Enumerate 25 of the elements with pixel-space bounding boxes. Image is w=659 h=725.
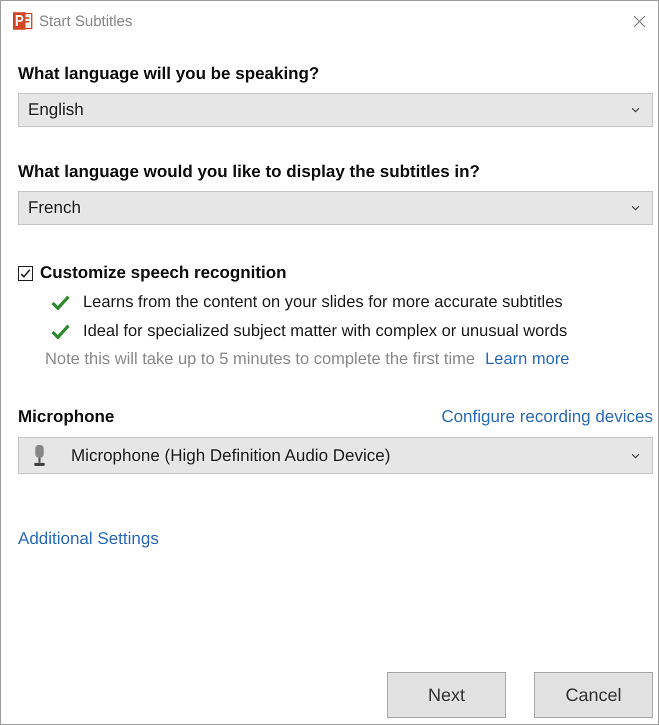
- chevron-down-icon: [631, 205, 640, 211]
- microphone-label: Microphone: [18, 407, 114, 427]
- additional-settings-link[interactable]: Additional Settings: [18, 529, 159, 549]
- checkmark-icon: [51, 295, 70, 310]
- close-icon[interactable]: [633, 14, 646, 28]
- chevron-down-icon: [631, 107, 640, 113]
- window-title: Start Subtitles: [39, 12, 132, 30]
- benefit-text: Ideal for specialized subject matter with complex or unusual words: [83, 322, 568, 341]
- learn-more-link[interactable]: Learn more: [485, 350, 570, 369]
- microphone-icon: [32, 444, 47, 467]
- chevron-down-icon: [631, 452, 640, 458]
- checkbox-label: Customize speech recognition: [40, 263, 287, 283]
- cancel-button[interactable]: Cancel: [534, 672, 653, 718]
- next-button[interactable]: Next: [387, 672, 506, 718]
- question-label: What language will you be speaking?: [18, 64, 320, 84]
- benefit-text: Learns from the content on your slides for more accurate subtitles: [83, 293, 563, 312]
- app-logo-icon: [13, 11, 33, 31]
- language-dropdown[interactable]: French: [18, 191, 653, 225]
- configure-link[interactable]: Configure recording devices: [441, 407, 653, 427]
- microphone-dropdown[interactable]: Microphone (High Definition Audio Device): [18, 437, 653, 474]
- checkmark-icon: [51, 324, 70, 339]
- note-text: Note this will take up to 5 minutes to complete the first time: [45, 350, 476, 369]
- checkbox[interactable]: [18, 266, 33, 280]
- question-label: What language would you like to display the subtitles in?: [18, 162, 481, 182]
- language-dropdown[interactable]: English: [18, 93, 653, 127]
